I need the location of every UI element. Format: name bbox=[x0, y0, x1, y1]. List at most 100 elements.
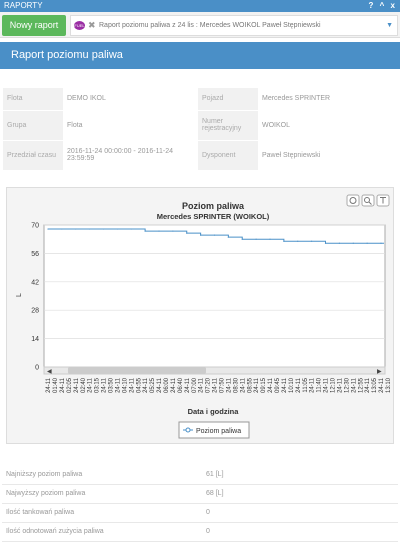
x-tick-label: 24-1109:45 bbox=[268, 377, 281, 393]
dispatcher-label: Dysponent bbox=[198, 140, 258, 170]
data-point bbox=[380, 242, 382, 244]
toolbar: Nowy raport FUEL ✖ Raport poziomu paliwa… bbox=[0, 12, 400, 38]
x-tick-label: 24-1113:05 bbox=[365, 377, 378, 393]
data-point bbox=[89, 228, 91, 230]
stats-row: Najwyższy poziom paliwa 68 [L] bbox=[2, 484, 398, 504]
fuel-report-icon: FUEL bbox=[74, 21, 85, 30]
window-title: RAPORTY bbox=[4, 1, 43, 10]
x-tick-label: 24-1111:05 bbox=[296, 377, 309, 393]
y-tick-label: 70 bbox=[31, 223, 39, 230]
stat-value: 68 [L] bbox=[202, 484, 398, 504]
data-point bbox=[227, 236, 229, 238]
x-tick-label: 24-1102:05 bbox=[60, 377, 73, 393]
x-tick-label: 24-1102:40 bbox=[74, 377, 87, 393]
stat-value: 61 [L] bbox=[202, 465, 398, 485]
registration-label: Numer rejestracyjny bbox=[198, 110, 258, 140]
data-point bbox=[47, 228, 49, 230]
x-axis-label: Data i godzina bbox=[188, 407, 240, 416]
chevron-down-icon[interactable]: ▼ bbox=[386, 16, 393, 35]
panel-title: Raport poziomu paliwa bbox=[0, 42, 400, 69]
zoom-icon[interactable] bbox=[361, 194, 375, 207]
report-tab[interactable]: FUEL ✖ Raport poziomu paliwa z 24 lis : … bbox=[70, 15, 398, 36]
x-tick-label: 24-1108:55 bbox=[240, 377, 253, 393]
plot-area bbox=[43, 224, 386, 368]
x-tick-label: 24-1104:55 bbox=[129, 377, 142, 393]
x-tick-label: 24-1106:00 bbox=[157, 377, 170, 393]
chart-title: Poziom paliwa bbox=[182, 201, 245, 211]
period-value: 2016-11-24 00:00:00 - 2016-11-24 23:59:5… bbox=[67, 148, 173, 162]
fleet-label: Flota bbox=[3, 88, 63, 110]
x-tick-label: 24-1106:40 bbox=[171, 377, 184, 393]
data-point bbox=[269, 238, 271, 240]
data-point bbox=[172, 230, 174, 232]
x-tick-label: 24-1103:15 bbox=[88, 377, 101, 393]
data-point bbox=[213, 234, 216, 236]
info-row: Grupa Flota Numer rejestracyjny WOIKOL bbox=[3, 110, 397, 140]
x-tick-label: 24-1105:25 bbox=[143, 377, 156, 393]
x-tick-label: 24-1112:55 bbox=[351, 377, 364, 393]
x-tick-label: 24-1113:10 bbox=[379, 377, 392, 393]
chart-legend[interactable]: Poziom paliwa bbox=[178, 421, 250, 439]
data-point bbox=[283, 240, 285, 242]
stat-label: Ilość tankowań paliwa bbox=[2, 503, 202, 523]
data-point bbox=[200, 234, 202, 236]
data-point bbox=[61, 228, 63, 230]
chart-toolbar bbox=[346, 194, 390, 207]
data-point bbox=[116, 228, 118, 230]
x-tick-label: 24-1107:00 bbox=[185, 377, 198, 393]
data-point bbox=[144, 230, 146, 232]
data-point bbox=[297, 240, 299, 242]
stat-value: 0 bbox=[202, 503, 398, 523]
chart-subtitle: Mercedes SPRINTER (WOIKOL) bbox=[157, 212, 270, 221]
y-tick-label: 0 bbox=[35, 365, 39, 372]
scroll-right-icon[interactable]: ▶ bbox=[377, 369, 382, 375]
export-icon[interactable] bbox=[376, 194, 390, 207]
data-point bbox=[241, 238, 243, 240]
scrollbar-thumb[interactable] bbox=[68, 367, 206, 374]
fuel-chart: Poziom paliwa Mercedes SPRINTER (WOIKOL)… bbox=[6, 187, 394, 444]
y-tick-label: 42 bbox=[31, 279, 39, 286]
data-point bbox=[366, 242, 368, 244]
zoom-reset-icon[interactable] bbox=[346, 194, 360, 207]
stat-value: 0 bbox=[202, 522, 398, 542]
data-point bbox=[102, 228, 105, 230]
x-tick-label: 24-1112:10 bbox=[324, 377, 337, 393]
stat-label: Najniższy poziom paliwa bbox=[2, 465, 202, 485]
x-tick-label: 24-1103:50 bbox=[102, 377, 115, 393]
period-label: Przedział czasu bbox=[3, 140, 63, 170]
x-tick-label: 24-1110:10 bbox=[282, 377, 295, 393]
vehicle-value: Mercedes SPRINTER bbox=[262, 95, 331, 103]
chart-scrollbar[interactable]: ◀ ▶ bbox=[43, 366, 386, 375]
y-axis-label: L bbox=[16, 293, 23, 297]
fuel-chart-svg: Poziom paliwa Mercedes SPRINTER (WOIKOL)… bbox=[16, 194, 392, 439]
data-point bbox=[324, 242, 327, 244]
legend-label: Poziom paliwa bbox=[196, 428, 241, 435]
y-tick-label: 56 bbox=[31, 251, 39, 258]
window-titlebar: RAPORTY ? ^ x bbox=[0, 0, 400, 12]
scroll-left-icon[interactable]: ◀ bbox=[47, 369, 52, 375]
data-point bbox=[158, 230, 160, 232]
info-row: Przedział czasu 2016-11-24 00:00:00 - 20… bbox=[3, 140, 397, 170]
x-tick-label: 24-1101:40 bbox=[46, 377, 59, 393]
y-tick-label: 14 bbox=[31, 336, 39, 343]
x-tick-label: 24-1108:30 bbox=[226, 377, 239, 393]
x-tick-label: 24-1104:10 bbox=[115, 377, 128, 393]
close-icon[interactable]: ✖ bbox=[88, 16, 96, 35]
group-value: Flota bbox=[67, 121, 83, 129]
data-point bbox=[311, 240, 313, 242]
stat-label: Najwyższy poziom paliwa bbox=[2, 484, 202, 504]
stat-label: Ilość odnotowań zużycia paliwa bbox=[2, 522, 202, 542]
data-point bbox=[338, 242, 340, 244]
stats-table: Najniższy poziom paliwa 61 [L] Najwyższy p… bbox=[2, 465, 398, 542]
data-point bbox=[130, 228, 132, 230]
x-tick-label: 24-1109:15 bbox=[254, 377, 267, 393]
data-point bbox=[186, 232, 188, 234]
group-label: Grupa bbox=[3, 110, 63, 140]
report-tab-title: Raport poziomu paliwa z 24 lis : Mercede… bbox=[99, 22, 321, 29]
new-report-button[interactable]: Nowy raport bbox=[2, 15, 66, 36]
registration-value: WOIKOL bbox=[262, 121, 291, 129]
stats-row: Ilość odnotowań zużycia paliwa 0 bbox=[2, 522, 398, 542]
data-point bbox=[75, 228, 77, 230]
window-controls[interactable]: ? ^ x bbox=[369, 0, 397, 12]
x-tick-label: 24-1107:50 bbox=[213, 377, 226, 393]
